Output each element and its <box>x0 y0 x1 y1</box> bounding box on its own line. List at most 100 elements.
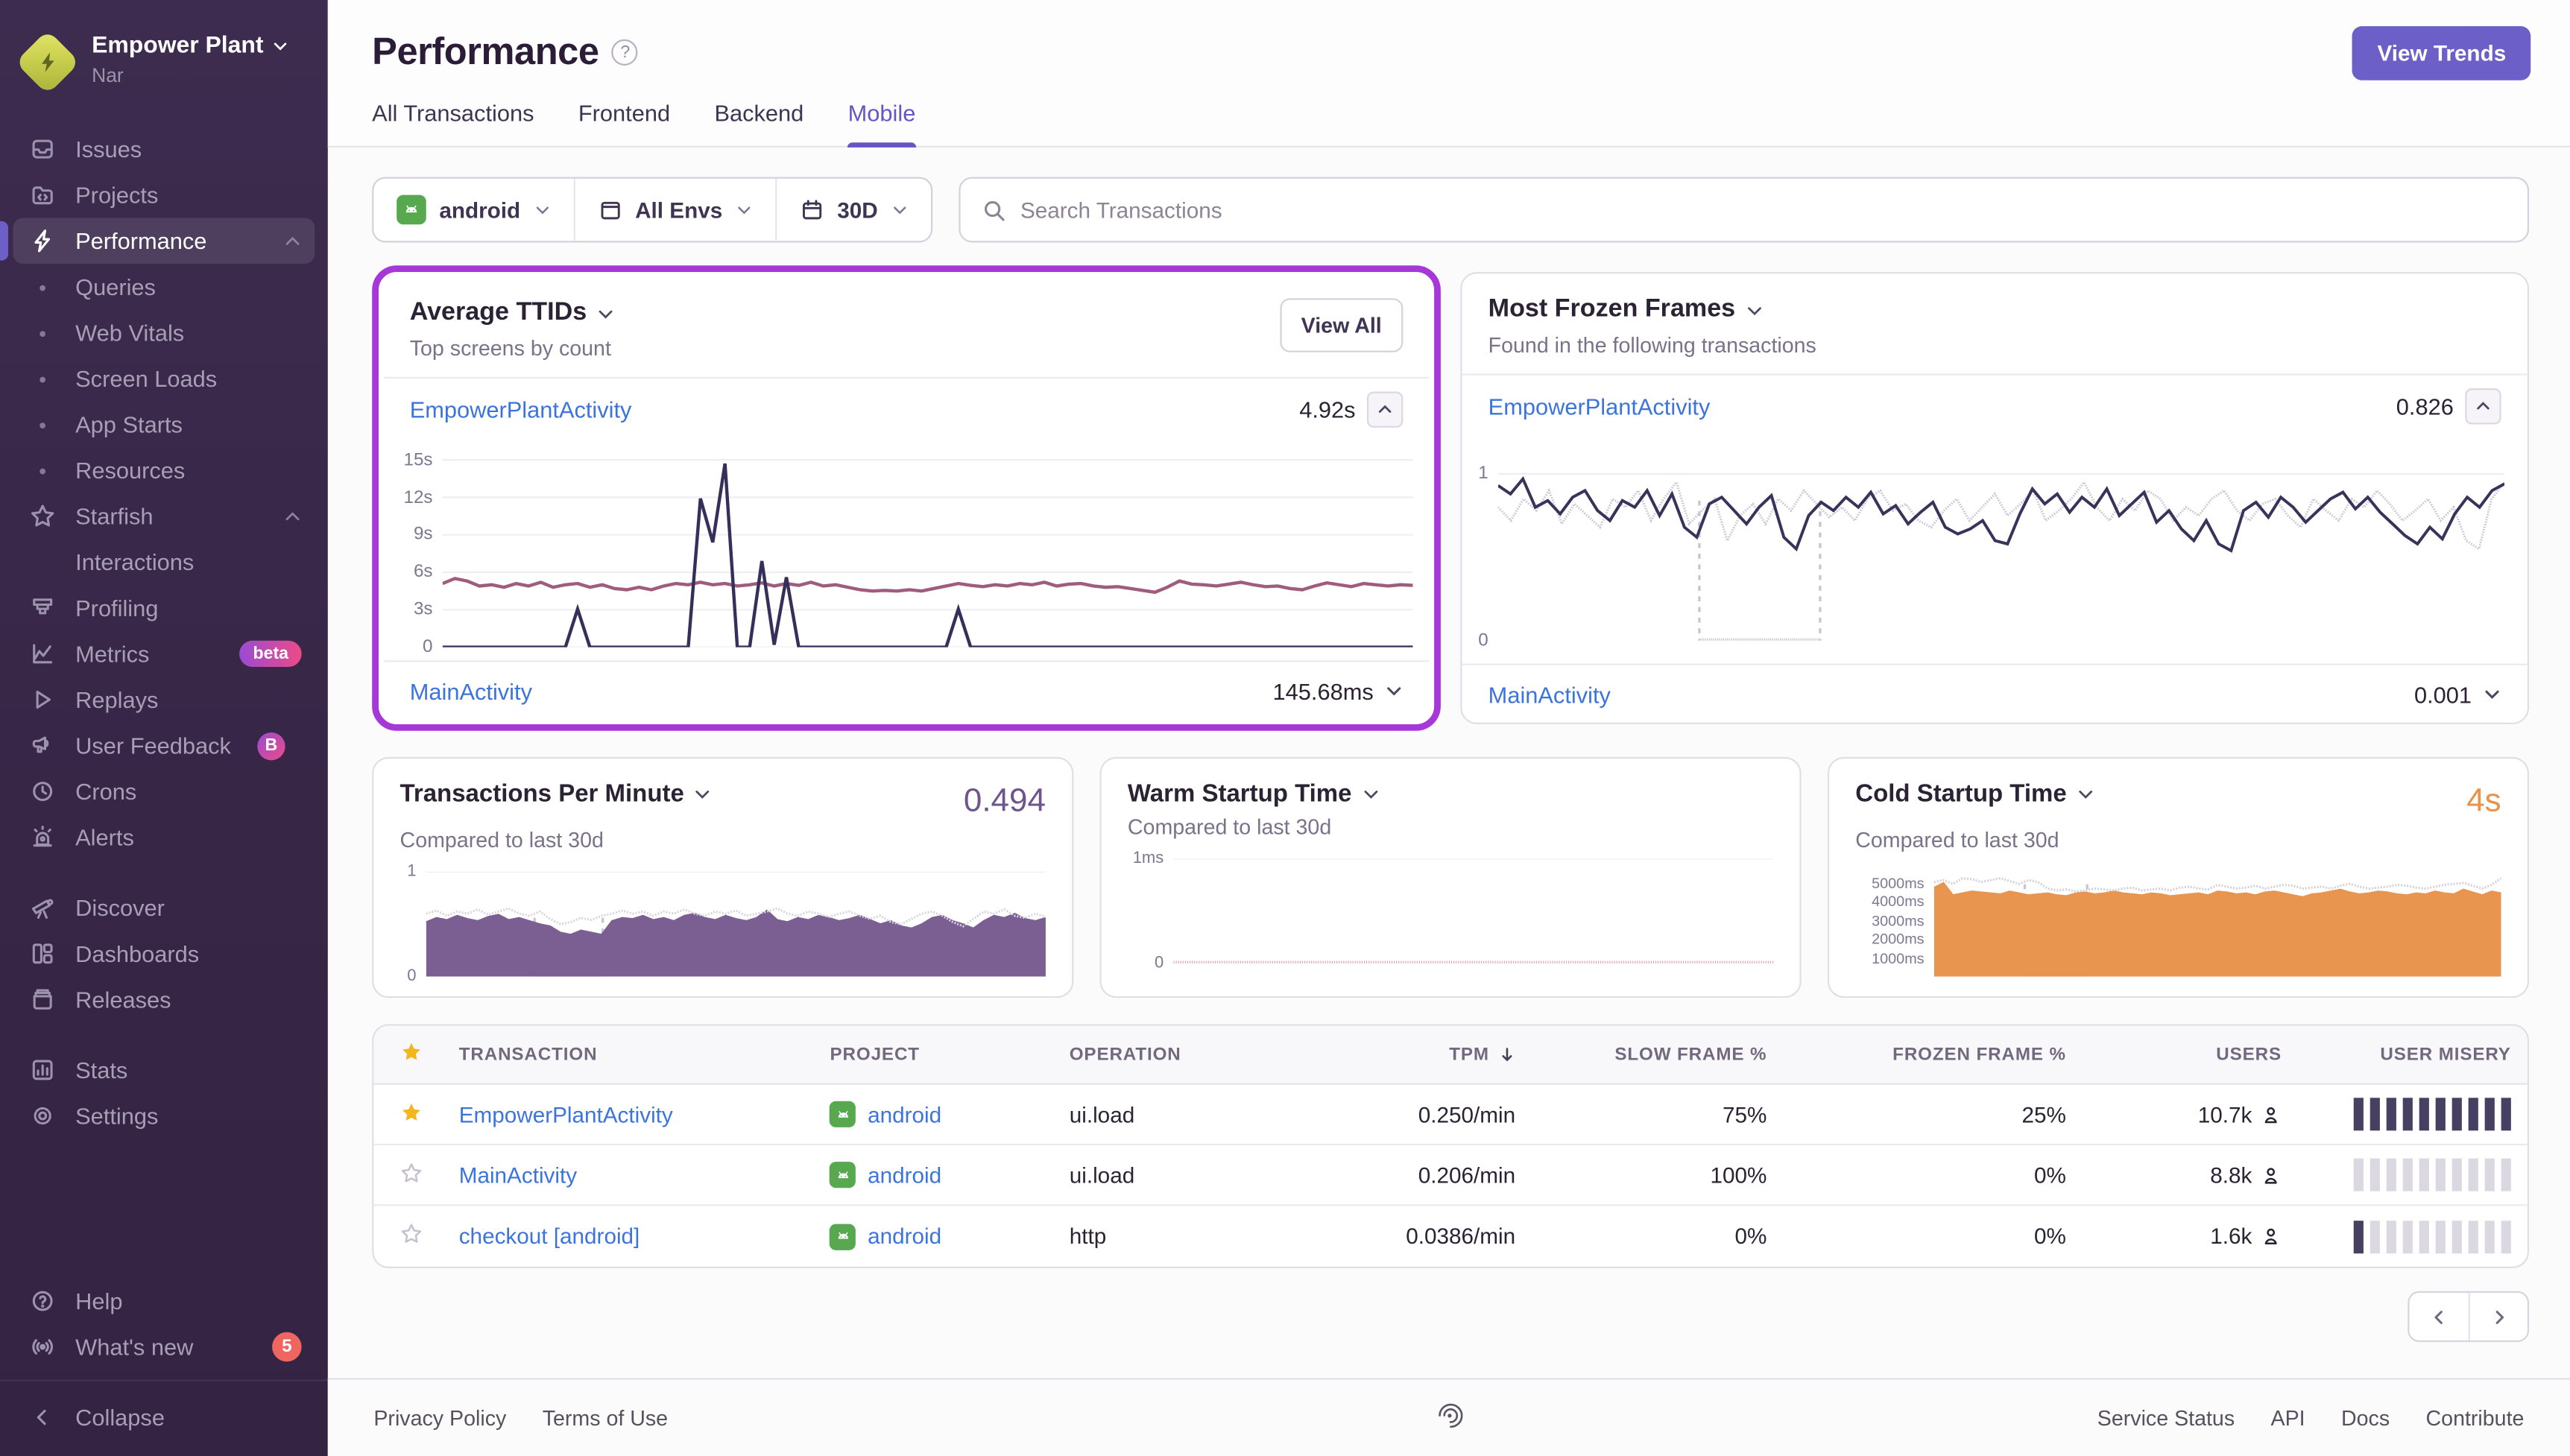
project-cell[interactable]: android <box>814 1101 1053 1127</box>
collapse-button[interactable]: Collapse <box>13 1394 315 1440</box>
chevron-down-icon <box>2485 690 2499 699</box>
bullet-icon: • <box>39 366 47 391</box>
sidebar-item-label: Releases <box>75 986 171 1013</box>
chevron-down-icon[interactable] <box>1362 785 1380 803</box>
sidebar-item-label: Screen Loads <box>75 365 218 392</box>
column-header[interactable]: Users <box>2083 1045 2298 1064</box>
play-icon <box>26 687 59 713</box>
column-header[interactable]: Frozen Frame % <box>1783 1045 2082 1064</box>
sidebar-item-whats-new[interactable]: What's new 5 <box>13 1324 315 1370</box>
tpm-cell: 0.0386/min <box>1406 1224 1516 1249</box>
active-indicator <box>0 221 8 261</box>
highlight-ring: Average TTIDs Top screens by count View … <box>372 265 1441 731</box>
column-header[interactable]: Operation <box>1053 1045 1304 1064</box>
bullet-icon: • <box>39 458 47 483</box>
column-header[interactable]: Project <box>814 1045 1053 1064</box>
sidebar-item-alerts[interactable]: Alerts <box>13 814 315 861</box>
transaction-link[interactable]: MainActivity <box>1488 681 1611 707</box>
chevron-down-icon[interactable] <box>1745 301 1763 319</box>
operation-cell: ui.load <box>1069 1162 1135 1188</box>
transaction-link[interactable]: MainActivity <box>443 1162 814 1187</box>
sidebar-item-label: Resources <box>75 457 186 484</box>
search-input[interactable] <box>1020 197 2507 222</box>
column-header-sorted[interactable]: TPM <box>1304 1045 1532 1064</box>
sidebar-item-stats[interactable]: Stats <box>13 1047 315 1093</box>
transaction-link[interactable]: MainActivity <box>410 677 532 703</box>
gear-icon <box>26 1103 59 1129</box>
project-filter[interactable]: android <box>373 179 572 241</box>
chevron-down-icon <box>274 43 286 51</box>
project-cell[interactable]: android <box>814 1162 1053 1188</box>
sidebar-item-user-feedback[interactable]: User Feedback B <box>13 723 315 769</box>
sidebar-item-app-starts[interactable]: • App Starts <box>13 402 315 448</box>
transaction-link[interactable]: checkout [android] <box>443 1224 814 1249</box>
sidebar-item-screen-loads[interactable]: • Screen Loads <box>13 355 315 402</box>
table-row: checkout [android] android http 0.0386/m… <box>373 1206 2527 1266</box>
tab-all-transactions[interactable]: All Transactions <box>372 100 534 146</box>
date-range-filter[interactable]: 30D <box>774 178 930 241</box>
column-header[interactable]: User Misery <box>2298 1045 2528 1064</box>
project-filter-label: android <box>439 197 521 222</box>
expand-chart-button[interactable] <box>2483 685 2501 703</box>
bar-chart-icon <box>26 1057 59 1083</box>
view-trends-button[interactable]: View Trends <box>2352 26 2531 80</box>
terms-link[interactable]: Terms of Use <box>543 1406 668 1431</box>
star-column-header[interactable] <box>373 1040 442 1068</box>
tab-frontend[interactable]: Frontend <box>578 100 670 146</box>
chevron-down-icon[interactable] <box>596 304 614 322</box>
card-value: 4s <box>2466 783 2501 820</box>
service-status-link[interactable]: Service Status <box>2097 1406 2235 1431</box>
chevron-down-icon[interactable] <box>694 785 712 803</box>
sidebar-item-issues[interactable]: Issues <box>13 126 315 172</box>
average-ttids-chart: 15s 12s 9s 6s 3s 0 <box>384 447 1413 657</box>
next-page-button[interactable] <box>2468 1292 2528 1341</box>
environment-filter[interactable]: All Envs <box>572 178 775 241</box>
transaction-link[interactable]: EmpowerPlantActivity <box>443 1102 814 1127</box>
android-project-icon <box>830 1223 856 1250</box>
collapse-chart-button[interactable] <box>1366 391 1404 428</box>
api-link[interactable]: API <box>2271 1406 2305 1431</box>
sidebar-item-releases[interactable]: Releases <box>13 977 315 1023</box>
docs-link[interactable]: Docs <box>2341 1406 2390 1431</box>
org-switcher[interactable]: Empower Plant Nar <box>0 23 328 113</box>
view-all-button[interactable]: View All <box>1280 298 1404 352</box>
sidebar-item-discover[interactable]: Discover <box>13 885 315 931</box>
sidebar-item-queries[interactable]: • Queries <box>13 264 315 310</box>
sidebar-item-settings[interactable]: Settings <box>13 1093 315 1139</box>
sidebar-item-performance[interactable]: Performance <box>0 218 315 265</box>
contribute-link[interactable]: Contribute <box>2426 1406 2525 1431</box>
android-project-icon <box>830 1101 856 1127</box>
sidebar-item-starfish[interactable]: Starfish <box>13 493 315 539</box>
star-toggle[interactable] <box>373 1101 442 1128</box>
transaction-link[interactable]: EmpowerPlantActivity <box>410 396 632 422</box>
privacy-policy-link[interactable]: Privacy Policy <box>373 1406 506 1431</box>
sidebar-item-resources[interactable]: • Resources <box>13 447 315 493</box>
tab-mobile[interactable]: Mobile <box>847 100 916 148</box>
sidebar-item-crons[interactable]: Crons <box>13 768 315 814</box>
sidebar-item-replays[interactable]: Replays <box>13 677 315 723</box>
column-header[interactable]: Transaction <box>443 1045 814 1064</box>
sidebar-item-dashboards[interactable]: Dashboards <box>13 931 315 977</box>
tab-backend[interactable]: Backend <box>714 100 803 146</box>
sidebar-item-projects[interactable]: Projects <box>13 172 315 218</box>
sidebar-item-label: Alerts <box>75 824 134 851</box>
window-icon <box>600 200 619 219</box>
sidebar-item-web-vitals[interactable]: • Web Vitals <box>13 310 315 356</box>
column-header[interactable]: Slow Frame % <box>1532 1045 1783 1064</box>
sidebar-nav: Issues Projects Performance • Queries • We… <box>0 113 328 1278</box>
collapse-chart-button[interactable] <box>2465 388 2501 425</box>
metric-value: 145.68ms <box>1272 677 1374 704</box>
previous-page-button[interactable] <box>2409 1292 2469 1341</box>
chevron-down-icon[interactable] <box>2077 785 2094 803</box>
sidebar-item-interactions[interactable]: Interactions <box>13 539 315 586</box>
project-cell[interactable]: android <box>814 1223 1053 1250</box>
sidebar-item-profiling[interactable]: Profiling <box>13 585 315 631</box>
expand-chart-button[interactable] <box>1385 682 1403 700</box>
inbox-icon <box>26 136 59 162</box>
transaction-link[interactable]: EmpowerPlantActivity <box>1488 393 1711 420</box>
star-toggle[interactable] <box>373 1161 442 1188</box>
star-toggle[interactable] <box>373 1222 442 1250</box>
sidebar-item-help[interactable]: Help <box>13 1278 315 1324</box>
help-circle-icon[interactable]: ? <box>612 38 639 65</box>
sidebar-item-metrics[interactable]: Metrics beta <box>13 631 315 677</box>
